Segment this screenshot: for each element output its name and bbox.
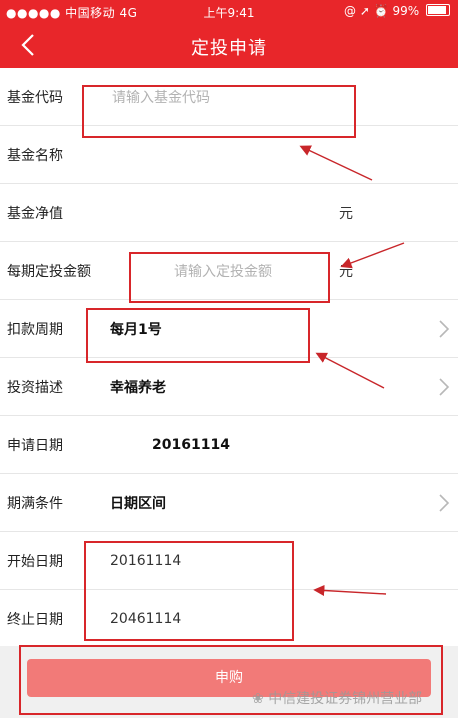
debit-cycle-label: 扣款周期	[7, 321, 63, 338]
status-indicators-text: @ ➚ ⏰ 99%	[344, 4, 420, 18]
fund-name-label: 基金名称	[7, 147, 63, 164]
page-title: 定投申请	[191, 38, 267, 59]
start-date-value[interactable]: 20161114	[110, 553, 181, 569]
chevron-right-icon	[439, 377, 450, 396]
fund-code-input[interactable]	[110, 86, 344, 110]
chevron-right-icon	[439, 319, 450, 338]
nav-bar: 定投申请	[0, 22, 458, 68]
end-condition-row[interactable]: 期满条件 日期区间	[0, 474, 458, 532]
amount-row: 每期定投金额 元	[0, 242, 458, 300]
description-value: 幸福养老	[110, 379, 166, 396]
description-label: 投资描述	[7, 379, 63, 396]
apply-date-row: 申请日期 20161114	[0, 416, 458, 474]
fund-name-row: 基金名称	[0, 126, 458, 184]
apply-date-label: 申请日期	[7, 437, 63, 454]
amount-input[interactable]	[172, 260, 326, 284]
end-date-label: 终止日期	[7, 611, 63, 628]
start-date-row[interactable]: 开始日期 20161114	[0, 532, 458, 590]
end-condition-value: 日期区间	[110, 495, 166, 512]
status-indicators: @ ➚ ⏰ 99%	[344, 4, 450, 18]
end-date-row[interactable]: 终止日期 20461114	[0, 590, 458, 648]
watermark: ❀ 中信建投证券锦州营业部	[252, 688, 422, 708]
wechat-icon: ❀	[252, 691, 269, 707]
watermark-text: 中信建投证券锦州营业部	[268, 691, 423, 707]
fund-nav-row: 基金净值 元	[0, 184, 458, 242]
end-date-value[interactable]: 20461114	[110, 611, 181, 627]
debit-cycle-value: 每月1号	[110, 321, 162, 338]
debit-cycle-row[interactable]: 扣款周期 每月1号	[0, 300, 458, 358]
fund-code-row: 基金代码	[0, 68, 458, 126]
fund-nav-label: 基金净值	[7, 205, 63, 222]
fund-code-label: 基金代码	[7, 89, 63, 106]
fund-nav-unit: 元	[339, 205, 353, 222]
status-bar: ●●●●● 中国移动 4G 上午9:41 @ ➚ ⏰ 99%	[0, 0, 458, 22]
chevron-right-icon	[439, 493, 450, 512]
end-condition-label: 期满条件	[7, 495, 63, 512]
amount-unit: 元	[339, 263, 353, 280]
subscription-form: 基金代码 基金名称 基金净值 元 每期定投金额 元 扣款周期 每月1号 投资描述…	[0, 68, 458, 648]
amount-label: 每期定投金额	[7, 263, 91, 280]
description-row[interactable]: 投资描述 幸福养老	[0, 358, 458, 416]
start-date-label: 开始日期	[7, 553, 63, 570]
battery-icon	[426, 4, 450, 16]
apply-date-value: 20161114	[152, 436, 230, 453]
